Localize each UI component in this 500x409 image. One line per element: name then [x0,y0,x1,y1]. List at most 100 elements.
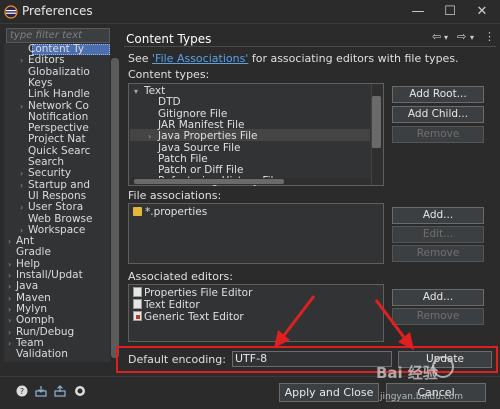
header-divider [124,46,496,47]
expand-arrow-icon[interactable]: ▾ [134,86,144,97]
annotation-arrow-left [274,295,316,348]
tree-item-label: Editors [28,54,65,67]
file-associations-link[interactable]: 'File Associations' [152,52,248,65]
expand-arrow-icon[interactable]: › [148,131,158,142]
content-types-label: Content types: [128,68,210,81]
tree-item-label: UI Respons [28,189,87,202]
expand-arrow-icon[interactable]: › [20,101,28,112]
default-encoding-input[interactable]: UTF-8 [232,351,392,367]
edit-file-association-button[interactable]: Edit... [392,226,484,243]
oomph-icon[interactable] [74,385,86,397]
back-icon[interactable]: ⇦ [432,30,441,43]
add-file-association-button[interactable]: Add... [392,207,484,224]
intro-text: See 'File Associations' for associating … [128,52,459,65]
expand-arrow-icon[interactable]: › [8,281,16,292]
forward-icon[interactable]: ⇨ [457,30,466,43]
filter-input[interactable]: type filter text [6,28,110,43]
expand-arrow-icon[interactable]: › [8,293,16,304]
editor-item[interactable]: Generic Text Editor [133,311,244,323]
editor-item[interactable]: Properties File Editor [133,287,252,299]
apply-and-close-button[interactable]: Apply and Close [279,383,379,402]
intro-suffix: for associating editors with file types. [248,52,459,65]
expand-arrow-icon[interactable]: › [8,304,16,315]
expand-arrow-icon[interactable]: › [8,270,16,281]
editor-item[interactable]: Text Editor [133,299,200,311]
tree-item-label: Mylyn [16,302,48,315]
tree-item-label: Run/Debug [16,325,75,338]
tree-item-label: Search [28,156,65,168]
watermark-url: jingyan.baidu.com [380,392,464,402]
content-type-label: Java Properties File [158,130,258,143]
close-button[interactable]: ✕ [469,2,495,22]
file-associations-label: File associations: [128,189,222,202]
intro-prefix: See [128,52,153,65]
content-type-label: Patch or Diff File [158,164,244,177]
preferences-tree: Content Ty › Editors Globalizatio Keys Link H… [4,44,110,362]
tree-item-label: Validation [16,348,68,361]
tree-item-label: Java [16,280,39,293]
tree-item-label: Globalizatio [28,65,90,78]
tree-item-label: Perspective [28,122,89,135]
expand-arrow-icon[interactable]: › [8,327,16,338]
view-menu-icon[interactable]: ⋮ [484,30,495,43]
content-type-label: Java Source File [158,141,241,154]
tree-item-label: Workspace [28,223,86,236]
expand-arrow-icon[interactable]: › [8,259,16,270]
expand-arrow-icon[interactable]: › [20,202,28,213]
content-types-scrollbar-thumb[interactable] [372,96,381,148]
expand-arrow-icon[interactable]: › [8,236,16,247]
content-type-label: DTD [158,96,181,109]
eclipse-icon [4,5,18,19]
content-type-label: Patch File [158,152,208,165]
tree-item-label: Help [16,257,40,270]
expand-arrow-icon[interactable]: › [20,168,28,179]
tree-item-label: Project Nat [28,133,86,146]
tree-item-label: Network Co [28,99,89,112]
tree-scrollbar-thumb[interactable] [111,58,119,358]
svg-text:?: ? [20,387,24,396]
tree-item-label: Web Browse [28,212,93,225]
expand-arrow-icon[interactable]: › [20,180,28,191]
back-menu-icon[interactable]: ▾ [444,33,448,42]
minimize-button[interactable]: — [405,2,431,22]
file-association-item[interactable]: *.properties [133,206,207,218]
watermark-text: Bai 经验 [376,364,438,382]
page-title: Content Types [126,32,212,46]
remove-file-association-button[interactable]: Remove [392,245,484,262]
associated-editors-label: Associated editors: [128,270,233,283]
tree-item-label: Team [16,336,44,349]
forward-menu-icon[interactable]: ▾ [470,33,474,42]
remove-content-type-button[interactable]: Remove [392,126,484,143]
tree-item-label: Oomph [16,314,55,327]
tree-item[interactable]: Validation [8,349,68,360]
content-type-label: JAR Manifest File [158,118,245,131]
expand-arrow-icon[interactable]: › [8,338,16,349]
content-type-label: Gitignore File [158,107,228,120]
annotation-arrow-right [374,299,414,350]
editor-label: Generic Text Editor [144,311,244,323]
export-icon[interactable] [54,385,66,397]
tree-item-label: Maven [16,291,51,304]
window-title: Preferences [22,4,93,18]
tree-item-label: Notification [28,110,89,123]
expand-arrow-icon[interactable]: › [20,55,28,66]
add-child-button[interactable]: Add Child... [392,106,484,123]
default-encoding-label: Default encoding: [128,353,226,366]
maximize-button[interactable]: ☐ [437,2,463,22]
tree-item-label: Quick Searc [28,144,91,157]
tree-item-label: Security [28,167,72,180]
tree-item-label: Gradle [16,246,51,259]
help-icon[interactable]: ? [16,385,28,397]
content-type-label: Text [144,85,166,97]
content-types-hscrollbar-thumb[interactable] [134,179,284,184]
editor-label: Properties File Editor [144,287,253,299]
tree-item-label: Startup and [28,178,91,191]
tree-item-label: User Stora [28,201,84,214]
file-association-label: *.properties [145,206,208,218]
tree-item-label: Ant [16,235,34,248]
expand-arrow-icon[interactable]: › [8,315,16,326]
add-root-button[interactable]: Add Root... [392,86,484,103]
file-icon [133,299,142,309]
import-icon[interactable] [35,385,47,397]
tree-item-label: Install/Updat [16,269,83,281]
